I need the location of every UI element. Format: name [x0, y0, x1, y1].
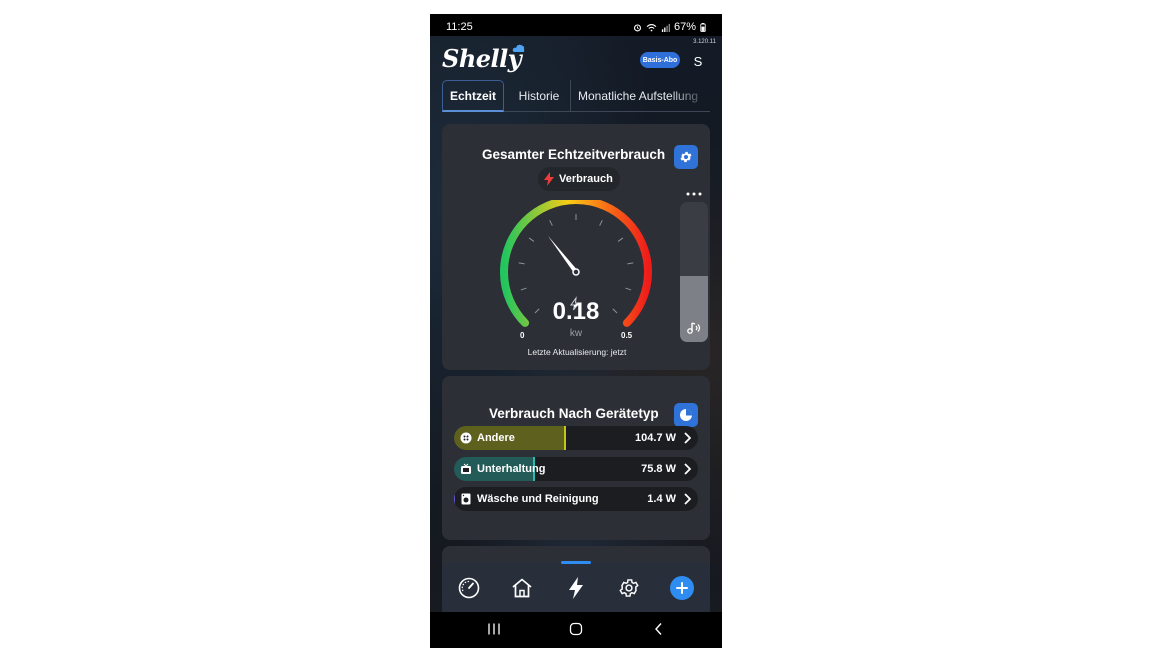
chevron-right-icon [684, 462, 691, 475]
speedometer-icon [458, 577, 480, 599]
consumption-type-pill[interactable]: Verbrauch [538, 167, 620, 191]
home-system-icon[interactable] [569, 622, 583, 636]
chevron-right-icon [684, 493, 691, 505]
device-type-card: Verbrauch Nach Gerätetyp Andere 104.7 W … [442, 376, 710, 540]
shelly-logo: Shelly [442, 44, 522, 73]
bolt-icon [569, 577, 583, 599]
status-icons: 67% [633, 21, 706, 33]
row-label: Wäsche und Reinigung [477, 493, 599, 505]
status-bar: 11:25 67% [430, 14, 722, 36]
tab-historie[interactable]: Historie [508, 80, 571, 112]
status-time: 11:25 [446, 21, 473, 33]
row-label: Andere [477, 432, 515, 444]
last-update-text: Letzte Aktualisierung: jetzt [527, 347, 627, 357]
gauge-tick [528, 237, 535, 242]
more-dots-icon [686, 192, 702, 196]
realtime-card-title: Gesamter Echtzeitverbrauch [482, 147, 666, 162]
tab-echtzeit[interactable]: Echtzeit [442, 80, 504, 112]
nav-add-button[interactable] [670, 576, 694, 600]
bolt-icon [544, 172, 554, 186]
gauge-tick [625, 287, 632, 291]
device-chart-button[interactable] [674, 403, 698, 427]
volume-slider[interactable] [680, 202, 708, 342]
device-row-andere[interactable]: Andere 104.7 W [454, 426, 698, 450]
gear-icon [619, 579, 639, 597]
recent-apps-icon[interactable] [487, 622, 501, 636]
gauge-needle [547, 235, 578, 274]
gauge-min-label: 0 [520, 331, 525, 340]
row-bar-marker [454, 487, 456, 511]
row-label: Unterhaltung [477, 462, 546, 475]
gauge-tick [627, 262, 634, 265]
more-options-button[interactable] [683, 188, 705, 200]
washer-icon [461, 493, 471, 505]
device-row-waesche-und-reinigung[interactable]: Wäsche und Reinigung 1.4 W [454, 487, 698, 511]
gauge-max-label: 0.5 [621, 331, 633, 340]
back-icon[interactable] [652, 622, 666, 636]
gauge-hub [572, 268, 580, 276]
gauge-tick [520, 287, 527, 291]
nav-settings[interactable] [616, 575, 642, 601]
gauge-tick [599, 220, 603, 226]
plus-icon [676, 582, 688, 594]
bottom-navigation [442, 561, 710, 612]
device-row-unterhaltung[interactable]: Unterhaltung 75.8 W [454, 456, 698, 481]
gauge-unit: kw [569, 328, 583, 339]
tv-icon [461, 463, 471, 474]
alarm-icon [633, 23, 641, 31]
system-navigation-bar [430, 612, 722, 648]
device-card-title: Verbrauch Nach Gerätetyp [489, 406, 659, 421]
logo-cloud-icon [512, 44, 525, 52]
realtime-settings-button[interactable] [674, 145, 698, 169]
app-version: 3.120.11 [693, 39, 716, 45]
nav-home[interactable] [509, 575, 535, 601]
row-bar-marker [564, 426, 567, 450]
battery-icon [700, 22, 706, 32]
phone-screen: 11:25 67% 3.120.11 Shelly Basis-Abo S Ec… [430, 14, 722, 648]
gauge-value: 0.18 [552, 298, 600, 325]
chevron-right-icon [684, 432, 691, 444]
tab-monatliche-aufstellung[interactable]: Monatliche Aufstellung [572, 80, 710, 112]
row-value: 1.4 W [647, 493, 676, 505]
gear-icon [680, 151, 692, 163]
home-icon [512, 578, 532, 598]
sound-icon [687, 322, 701, 334]
nav-dashboard[interactable] [456, 575, 482, 601]
row-value: 75.8 W [641, 462, 676, 475]
signal-icon [661, 23, 670, 32]
realtime-consumption-card: Gesamter Echtzeitverbrauch Verbrauch 0.1… [442, 124, 710, 370]
gauge-tick [549, 220, 553, 226]
gauge-tick [518, 262, 525, 265]
dots-icon [460, 432, 472, 444]
battery-percent: 67% [673, 21, 696, 33]
plan-badge[interactable]: Basis-Abo [640, 52, 680, 68]
nav-active-indicator [561, 561, 591, 564]
device-type-list: Andere 104.7 W Unterhaltung 75.8 W Wäsch… [454, 426, 698, 518]
tab-bar: Echtzeit Historie Monatliche Aufstellung [442, 80, 710, 112]
user-avatar[interactable]: S [688, 51, 708, 71]
pie-chart-icon [680, 409, 692, 421]
nav-energy[interactable] [563, 575, 589, 601]
consumption-type-label: Verbrauch [559, 173, 613, 185]
wifi-icon [646, 23, 657, 31]
gauge-tick [617, 237, 624, 242]
row-value: 104.7 W [635, 432, 676, 444]
